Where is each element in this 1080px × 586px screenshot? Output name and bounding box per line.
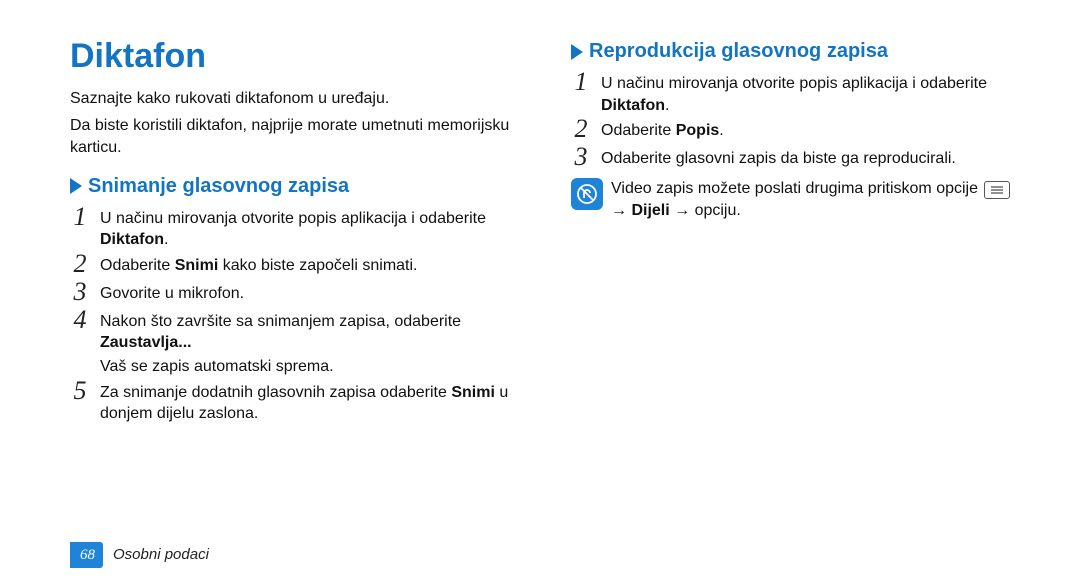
step-play-2: 2 Odaberite Popis. [571, 118, 1030, 144]
step-number: 1 [571, 69, 591, 95]
step-number: 2 [571, 116, 591, 142]
intro-2: Da biste koristili diktafon, najprije mo… [70, 115, 529, 158]
step-body: U načinu mirovanja otvorite popis aplika… [601, 71, 1030, 116]
step-body: Govorite u mikrofon. [100, 281, 529, 305]
step-text-post: kako biste započeli snimati. [218, 257, 417, 274]
step-text-post: . [164, 231, 168, 248]
note-bold: Dijeli [631, 202, 669, 219]
step-body: Odaberite glasovni zapis da biste ga rep… [601, 146, 1030, 170]
step-bold: Zaustavlja... [100, 334, 192, 351]
right-column: Reprodukcija glasovnog zapisa 1 U načinu… [571, 34, 1030, 427]
note-icon [571, 178, 603, 210]
step-number: 2 [70, 251, 90, 277]
note-post: → opciju. [670, 202, 741, 219]
subhead-play-text: Reprodukcija glasovnog zapisa [589, 38, 888, 65]
step-body: Nakon što završite sa snimanjem zapisa, … [100, 309, 529, 354]
note-pre: Video zapis možete poslati drugima priti… [611, 180, 982, 197]
step-record-4-sub: Vaš se zapis automatski sprema. [100, 356, 529, 378]
step-bold: Diktafon [601, 97, 665, 114]
step-text: Govorite u mikrofon. [100, 285, 244, 302]
step-number: 3 [571, 144, 591, 170]
step-text-post: . [719, 122, 723, 139]
step-text: Odaberite glasovni zapis da biste ga rep… [601, 150, 956, 167]
footer: 68 Osobni podaci [70, 542, 209, 568]
step-number: 4 [70, 307, 90, 333]
step-record-4: 4 Nakon što završite sa snimanjem zapisa… [70, 309, 529, 354]
step-record-1: 1 U načinu mirovanja otvorite popis apli… [70, 206, 529, 251]
step-body: U načinu mirovanja otvorite popis aplika… [100, 206, 529, 251]
footer-section: Osobni podaci [113, 545, 209, 565]
step-text: Odaberite [601, 122, 676, 139]
step-text: Odaberite [100, 257, 175, 274]
chevron-right-icon [70, 178, 82, 194]
subhead-play: Reprodukcija glasovnog zapisa [571, 38, 1030, 65]
step-bold: Diktafon [100, 231, 164, 248]
step-text: Nakon što završite sa snimanjem zapisa, … [100, 313, 461, 330]
note-box: Video zapis možete poslati drugima priti… [571, 178, 1030, 221]
manual-page: Diktafon Saznajte kako rukovati diktafon… [0, 0, 1080, 586]
step-record-5: 5 Za snimanje dodatnih glasovnih zapisa … [70, 380, 529, 425]
step-number: 3 [70, 279, 90, 305]
step-record-3: 3 Govorite u mikrofon. [70, 281, 529, 307]
step-number: 5 [70, 378, 90, 404]
step-bold: Snimi [175, 257, 219, 274]
step-bold: Popis [676, 122, 720, 139]
step-play-3: 3 Odaberite glasovni zapis da biste ga r… [571, 146, 1030, 172]
page-title: Diktafon [70, 34, 529, 80]
step-body: Odaberite Snimi kako biste započeli snim… [100, 253, 529, 277]
step-record-2: 2 Odaberite Snimi kako biste započeli sn… [70, 253, 529, 279]
note-text: Video zapis možete poslati drugima priti… [611, 178, 1030, 221]
left-column: Diktafon Saznajte kako rukovati diktafon… [70, 34, 529, 427]
step-text: Za snimanje dodatnih glasovnih zapisa od… [100, 384, 451, 401]
subhead-record-text: Snimanje glasovnog zapisa [88, 173, 349, 200]
step-play-1: 1 U načinu mirovanja otvorite popis apli… [571, 71, 1030, 116]
step-text-post: . [665, 97, 669, 114]
note-arrow-1: → [611, 202, 631, 219]
step-bold: Snimi [451, 384, 495, 401]
step-number: 1 [70, 204, 90, 230]
menu-key-icon [984, 181, 1010, 199]
chevron-right-icon [571, 44, 583, 60]
step-body: Za snimanje dodatnih glasovnih zapisa od… [100, 380, 529, 425]
subhead-record: Snimanje glasovnog zapisa [70, 173, 529, 200]
page-number-badge: 68 [70, 542, 103, 568]
step-text: U načinu mirovanja otvorite popis aplika… [601, 75, 987, 92]
columns: Diktafon Saznajte kako rukovati diktafon… [70, 34, 1030, 427]
step-body: Odaberite Popis. [601, 118, 1030, 142]
step-text: U načinu mirovanja otvorite popis aplika… [100, 210, 486, 227]
intro-1: Saznajte kako rukovati diktafonom u uređ… [70, 88, 529, 110]
